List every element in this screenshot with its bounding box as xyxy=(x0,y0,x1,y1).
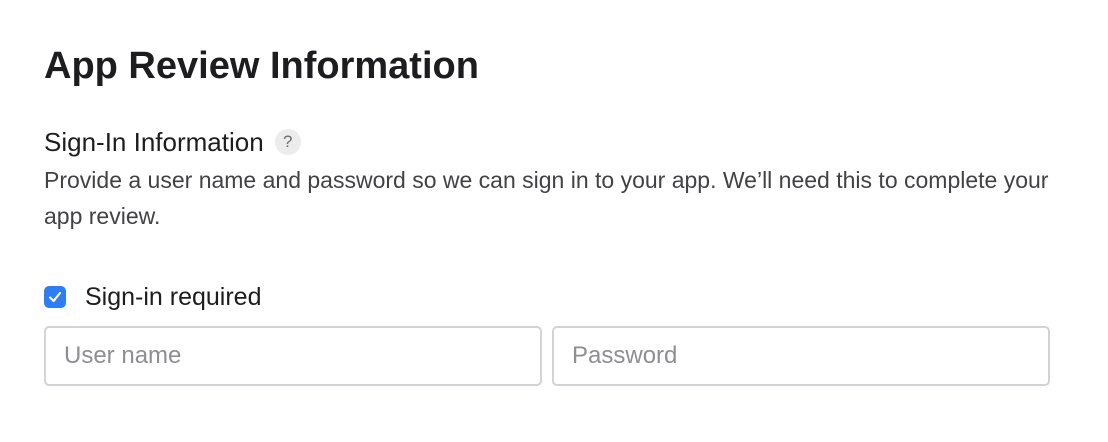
section-description: Provide a user name and password so we c… xyxy=(44,167,1049,229)
checkmark-icon xyxy=(48,291,62,303)
section-title: Sign-In Information xyxy=(44,127,264,157)
password-input[interactable] xyxy=(552,326,1050,386)
sign-in-required-checkbox[interactable] xyxy=(44,286,66,308)
sign-in-required-row: Sign-in required xyxy=(44,281,262,313)
question-mark-icon[interactable]: ? xyxy=(274,129,301,155)
username-input[interactable] xyxy=(44,326,542,386)
page-title: App Review Information xyxy=(44,45,479,87)
sign-in-required-label[interactable]: Sign-in required xyxy=(85,281,262,313)
sign-in-section-header: Sign-In Information ? xyxy=(44,125,301,159)
